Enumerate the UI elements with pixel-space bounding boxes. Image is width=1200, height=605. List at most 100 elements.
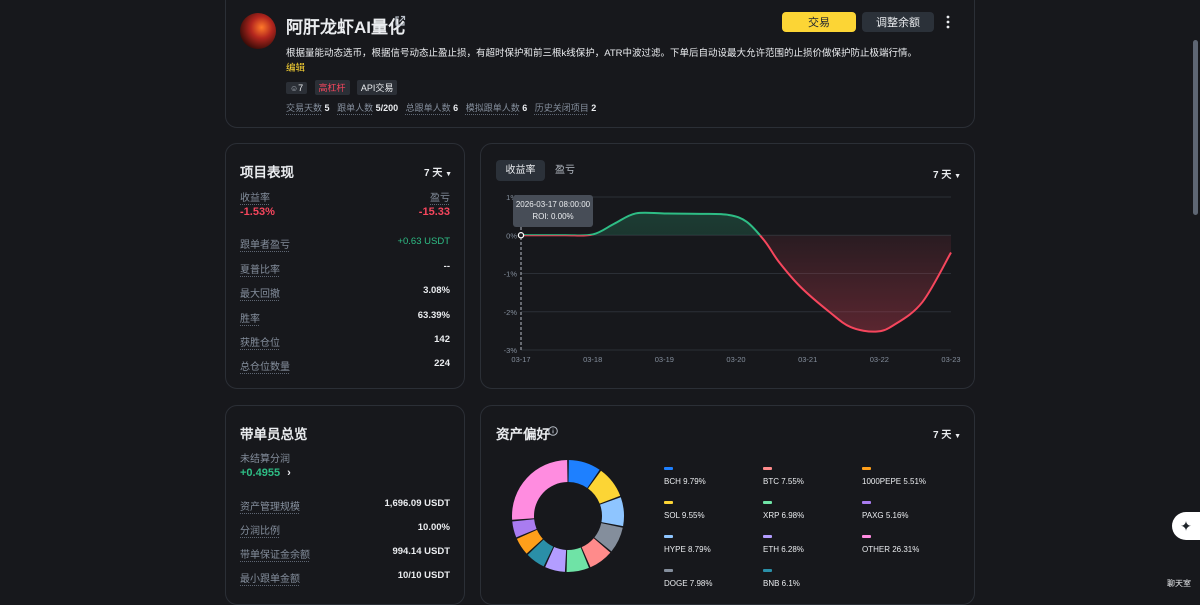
- stats-row: 交易天数 5 跟单人数 5/200 总跟单人数 6 模拟跟单人数 6 历史关闭项…: [286, 101, 596, 114]
- performance-title: 项目表现: [240, 165, 294, 180]
- high-leverage-tag: 高杠杆: [314, 80, 350, 95]
- asset-preference-card: 资产偏好 7 天 ▼ BCH 9.79% SOL 9.55% HYPE 8.79% D…: [480, 405, 975, 605]
- legend-swatch: [862, 535, 871, 538]
- chart-tooltip: 2026-03-17 08:00:00 ROI: 0.00%: [513, 195, 593, 227]
- asset-donut-chart: [512, 460, 624, 572]
- roi-chart-card: 收益率 盈亏 7 天 ▼ 1% 0% -1% -2% -3% 03-17 03-18 03-1…: [480, 143, 975, 389]
- avatar[interactable]: [240, 13, 276, 49]
- performance-period-select[interactable]: 7 天 ▼: [424, 164, 452, 179]
- sparkle-icon: ✦: [1180, 517, 1192, 534]
- description: 根据量能动态选币，根据信号动态止盈止损，有超时保护和前三根k线保护，ATR中波过…: [286, 48, 918, 59]
- stat-row: 带单保证金余额 994.14 USDT: [240, 546, 450, 561]
- caret-down-icon: ▼: [445, 171, 453, 178]
- chevron-right-icon: ›: [287, 467, 291, 479]
- pnl-value: -15.33: [418, 206, 450, 218]
- page-scrollbar[interactable]: [1193, 40, 1198, 215]
- y-tick-label: -1%: [504, 270, 518, 279]
- legend-swatch: [763, 467, 772, 470]
- asset-preference-title: 资产偏好: [496, 427, 550, 442]
- legend-swatch: [763, 569, 772, 572]
- edit-link[interactable]: 编辑: [286, 60, 305, 74]
- roi-chart[interactable]: 1%0%-1%-2%-3%03-17 03-18 03-19 03-20 03-21 03…: [481, 144, 976, 390]
- stat-row: 最小跟单金额 10/10 USDT: [240, 570, 450, 585]
- stat-row: 分润比例 10.00%: [240, 522, 450, 537]
- legend-swatch: [862, 501, 871, 504]
- header-card: 阿肝龙虾AI量化 根据量能动态选币，根据信号动态止盈止损，有超时保护和前三根k线…: [225, 0, 975, 128]
- tooltip-roi: ROI: 0.00%: [532, 212, 574, 221]
- legend-item-eth: ETH 6.28%: [763, 535, 804, 554]
- adjust-balance-button[interactable]: 调整余额: [862, 12, 934, 32]
- legend-item-xrp: XRP 6.98%: [763, 501, 804, 520]
- asset-period-select[interactable]: 7 天 ▼: [933, 426, 961, 441]
- roi-value: -1.53%: [240, 206, 275, 218]
- y-tick-label: -2%: [504, 308, 518, 317]
- legend-label: XRP 6.98%: [763, 511, 805, 520]
- legend-label: BTC 7.55%: [763, 477, 804, 486]
- legend-label: ETH 6.28%: [763, 545, 804, 554]
- page-title: 阿肝龙虾AI量化: [286, 18, 405, 37]
- pnl-label: 盈亏: [430, 193, 450, 204]
- x-tick-label: 03-18: [583, 355, 602, 364]
- legend-item-other: OTHER 26.31%: [862, 535, 919, 554]
- legend-label: DOGE 7.98%: [664, 579, 713, 588]
- x-tick-label: 03-17: [511, 355, 530, 364]
- more-vertical-icon[interactable]: [945, 14, 951, 30]
- ai-assistant-button[interactable]: ✦: [1172, 512, 1200, 540]
- legend-swatch: [862, 467, 871, 470]
- legend-item-paxg: PAXG 5.16%: [862, 501, 909, 520]
- legend-label: BNB 6.1%: [763, 579, 800, 588]
- legend-item-bch: BCH 9.79%: [664, 467, 706, 486]
- x-tick-label: 03-21: [798, 355, 817, 364]
- unsettled-value[interactable]: +0.4955 ›: [240, 467, 291, 479]
- legend-swatch: [763, 501, 772, 504]
- x-tick-label: 03-22: [870, 355, 889, 364]
- stat-row: 胜率 63.39%: [240, 310, 450, 325]
- performance-card: 项目表现 7 天 ▼ 收益率 盈亏 -1.53% -15.33 跟单者盈亏 +0.…: [225, 143, 465, 389]
- stat-row: 总仓位数量 224: [240, 358, 450, 373]
- x-tick-label: 03-23: [941, 355, 960, 364]
- legend-label: SOL 9.55%: [664, 511, 705, 520]
- stat-row: 最大回撤 3.08%: [240, 285, 450, 300]
- stat-trade-days: 交易天数 5: [286, 103, 330, 113]
- legend-item-hype: HYPE 8.79%: [664, 535, 711, 554]
- hover-marker: [517, 232, 525, 239]
- stat-closed-projects: 历史关闭项目 2: [534, 103, 597, 113]
- x-tick-label: 03-20: [726, 355, 745, 364]
- legend-swatch: [664, 535, 673, 538]
- follower-count-tag: ☺7: [286, 82, 308, 94]
- legend-swatch: [664, 467, 673, 470]
- stat-row: 夏普比率 --: [240, 261, 450, 276]
- stat-row: 资产管理规模 1,696.09 USDT: [240, 498, 450, 513]
- chat-room-label[interactable]: 聊天室: [1167, 578, 1191, 589]
- lead-trader-title: 带单员总览: [240, 427, 308, 442]
- roi-label: 收益率: [240, 193, 270, 204]
- legend-label: HYPE 8.79%: [664, 545, 711, 554]
- api-tag: API交易: [356, 80, 398, 95]
- stat-sim-copiers: 模拟跟单人数 6: [465, 103, 528, 113]
- legend-swatch: [664, 569, 673, 572]
- legend-label: 1000PEPE 5.51%: [862, 477, 927, 486]
- stat-total-copiers: 总跟单人数 6: [405, 103, 459, 113]
- legend-item-bnb: BNB 6.1%: [763, 569, 800, 588]
- y-tick-label: -3%: [504, 346, 518, 355]
- legend-label: BCH 9.79%: [664, 477, 706, 486]
- trade-button[interactable]: 交易: [782, 12, 856, 32]
- legend-swatch: [763, 535, 772, 538]
- info-icon[interactable]: [548, 425, 558, 439]
- stat-row: 跟单者盈亏 +0.63 USDT: [240, 236, 450, 251]
- tooltip-date: 2026-03-17 08:00:00: [515, 200, 591, 209]
- legend-item-btc: BTC 7.55%: [763, 467, 804, 486]
- caret-down-icon: ▼: [954, 433, 962, 440]
- stat-row: 获胜仓位 142: [240, 334, 450, 349]
- y-tick-label: 0%: [506, 231, 517, 240]
- lead-trader-card: 带单员总览 未结算分润 +0.4955 › 资产管理规模 1,696.09 USD…: [225, 405, 465, 605]
- legend-item-sol: SOL 9.55%: [664, 501, 705, 520]
- x-tick-label: 03-19: [655, 355, 674, 364]
- external-link-icon[interactable]: [394, 15, 406, 30]
- legend-item-doge: DOGE 7.98%: [664, 569, 712, 588]
- legend-item-1000pepe: 1000PEPE 5.51%: [862, 467, 926, 486]
- stat-copiers: 跟单人数 5/200: [337, 103, 399, 113]
- legend-label: PAXG 5.16%: [862, 511, 909, 520]
- user-icon: ☺: [290, 84, 299, 93]
- donut-slice-other: [512, 460, 568, 520]
